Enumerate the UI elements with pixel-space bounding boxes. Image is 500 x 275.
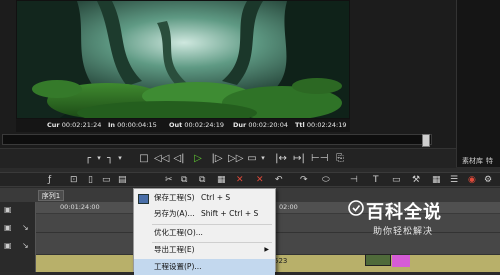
menu-item-label: 优化工程(O)... xyxy=(154,228,203,237)
video-preview xyxy=(16,0,350,119)
menu-item-label: 工程设置(P)... xyxy=(154,262,202,271)
clip-thumbnail[interactable] xyxy=(365,254,391,266)
undo-icon[interactable]: ↶ xyxy=(275,174,283,186)
watermark: 百科全说 助你轻松解决 xyxy=(348,192,458,244)
scrub-handle[interactable] xyxy=(422,134,430,147)
timecode-cur: Cur 00:02:21:24 xyxy=(47,121,102,129)
file-menu: 保存工程(S) Ctrl + S 另存为(A)... Shift + Ctrl … xyxy=(133,188,276,275)
ruler-label: 02:00 xyxy=(279,203,298,211)
link-icon[interactable]: ↘ xyxy=(22,223,29,232)
watermark-title: 百科全说 xyxy=(366,202,442,223)
menu-item-save-as[interactable]: 另存为(A)... Shift + Ctrl + S xyxy=(134,206,275,222)
mode-icon[interactable]: ƒ xyxy=(48,174,51,186)
marker-icon[interactable]: ⬭ xyxy=(322,174,330,186)
scrub-bar[interactable] xyxy=(2,134,432,147)
mark-in-dropdown[interactable]: ▾ xyxy=(95,152,103,165)
timecode-dur: Dur 00:02:20:04 xyxy=(233,121,288,129)
track-toggle-icon[interactable]: ▣ xyxy=(4,241,12,250)
mark-out-dropdown[interactable]: ▾ xyxy=(116,152,124,165)
sequence-tab[interactable]: 序列1 xyxy=(38,190,64,201)
timecode-out: Out 00:02:24:19 xyxy=(169,121,224,129)
fast-forward-icon[interactable]: ▷▷ xyxy=(228,152,243,165)
submenu-arrow-icon: ▶ xyxy=(264,246,269,253)
timecode-in: In 00:00:04:15 xyxy=(108,121,157,129)
save-icon xyxy=(138,194,149,204)
paste-attr-icon[interactable]: ▦ xyxy=(217,174,226,186)
track-toggle-icon[interactable]: ▣ xyxy=(4,223,12,232)
grid-icon[interactable]: ▦ xyxy=(432,174,441,186)
cut-icon[interactable]: ✂ xyxy=(165,174,173,186)
tools-icon[interactable]: ⚒ xyxy=(412,174,420,186)
step-back-icon[interactable]: ◁| xyxy=(172,152,186,165)
ruler-label: 00:01:24:00 xyxy=(60,203,100,211)
tab-asset-library[interactable]: 素材库 xyxy=(462,157,483,165)
mark-in-button[interactable]: ┌ xyxy=(82,152,94,165)
save-icon[interactable]: ▤ xyxy=(118,174,127,186)
step-forward-icon[interactable]: |▷ xyxy=(210,152,224,165)
loop-dropdown[interactable]: ▾ xyxy=(259,152,267,165)
list-icon[interactable]: ☰ xyxy=(450,174,458,186)
record-icon[interactable]: ◉ xyxy=(468,174,476,186)
menu-item-export-project[interactable]: 导出工程(E) ▶ xyxy=(134,242,275,258)
timeline-toolbar: ƒ ⊡ ▯ ▭ ▤ ✂ ⧉ ⧉ ▦ ✕ ✕ ↶ ↷ ⬭ ⊣ T ▭ ⚒ ▦ ☰ … xyxy=(0,172,500,187)
menu-item-optimize-project[interactable]: 优化工程(O)... xyxy=(134,225,275,241)
new-file-icon[interactable]: ▯ xyxy=(88,174,93,186)
rewind-icon[interactable]: ◁◁ xyxy=(154,152,169,165)
settings-icon[interactable]: ⚙ xyxy=(484,174,492,186)
right-panel-tabs: 素材库特 xyxy=(462,156,496,166)
menu-item-label: 保存工程(S) xyxy=(154,193,195,202)
menu-item-label: 另存为(A)... xyxy=(154,209,195,218)
menu-item-shortcut: Shift + Ctrl + S xyxy=(201,209,259,218)
split-icon[interactable]: ⎘ xyxy=(334,152,346,165)
clip-marker[interactable] xyxy=(392,255,410,267)
insert-icon[interactable]: |↔ xyxy=(274,152,288,165)
menu-item-label: 导出工程(E) xyxy=(154,245,195,254)
watermark-logo-icon xyxy=(348,200,364,216)
menu-item-project-settings[interactable]: 工程设置(P)... xyxy=(134,259,275,275)
loop-icon[interactable]: ▭ xyxy=(246,152,258,165)
stop-icon[interactable]: □ xyxy=(138,152,150,165)
open-icon[interactable]: ▭ xyxy=(102,174,111,186)
timecode-ttl: Ttl 00:02:24:19 xyxy=(295,121,347,129)
menu-item-save-project[interactable]: 保存工程(S) Ctrl + S xyxy=(134,190,275,206)
lock-icon[interactable]: ▣ xyxy=(4,205,12,214)
menu-item-shortcut: Ctrl + S xyxy=(201,193,231,202)
delete-icon[interactable]: ✕ xyxy=(236,174,244,186)
link-icon[interactable]: ↘ xyxy=(22,241,29,250)
timecode-bar: Cur 00:02:21:24 In 00:00:04:15 Out 00:02… xyxy=(16,119,350,132)
copy-icon[interactable]: ⧉ xyxy=(181,174,187,186)
text-icon[interactable]: T xyxy=(373,174,379,186)
watermark-subtitle: 助你轻松解决 xyxy=(373,227,434,237)
overwrite-icon[interactable]: ↦| xyxy=(292,152,306,165)
ripple-delete-icon[interactable]: ✕ xyxy=(256,174,264,186)
mark-out-button[interactable]: ┐ xyxy=(104,152,116,165)
track-headers: ▣ ▣ ▣ ↘ ↘ xyxy=(0,202,36,272)
match-frame-icon[interactable]: ⊢⊣ xyxy=(311,152,328,165)
paste-icon[interactable]: ⧉ xyxy=(199,174,205,186)
trim-icon[interactable]: ⊣ xyxy=(350,174,358,186)
transport-bar: ┌ ▾ ┐ ▾ □ ◁◁ ◁| ▷ |▷ ▷▷ ▭ ▾ |↔ ↦| ⊢⊣ ⎘ xyxy=(0,148,456,168)
capture-icon[interactable]: ⊡ xyxy=(70,174,78,186)
right-panel xyxy=(456,0,500,167)
play-icon[interactable]: ▷ xyxy=(192,152,204,165)
redo-icon[interactable]: ↷ xyxy=(300,174,308,186)
clip-number: 523 xyxy=(274,257,288,265)
forest-image xyxy=(17,1,349,118)
tab-effects[interactable]: 特 xyxy=(486,157,493,165)
audio-mixer-icon[interactable]: ▭ xyxy=(392,174,401,186)
